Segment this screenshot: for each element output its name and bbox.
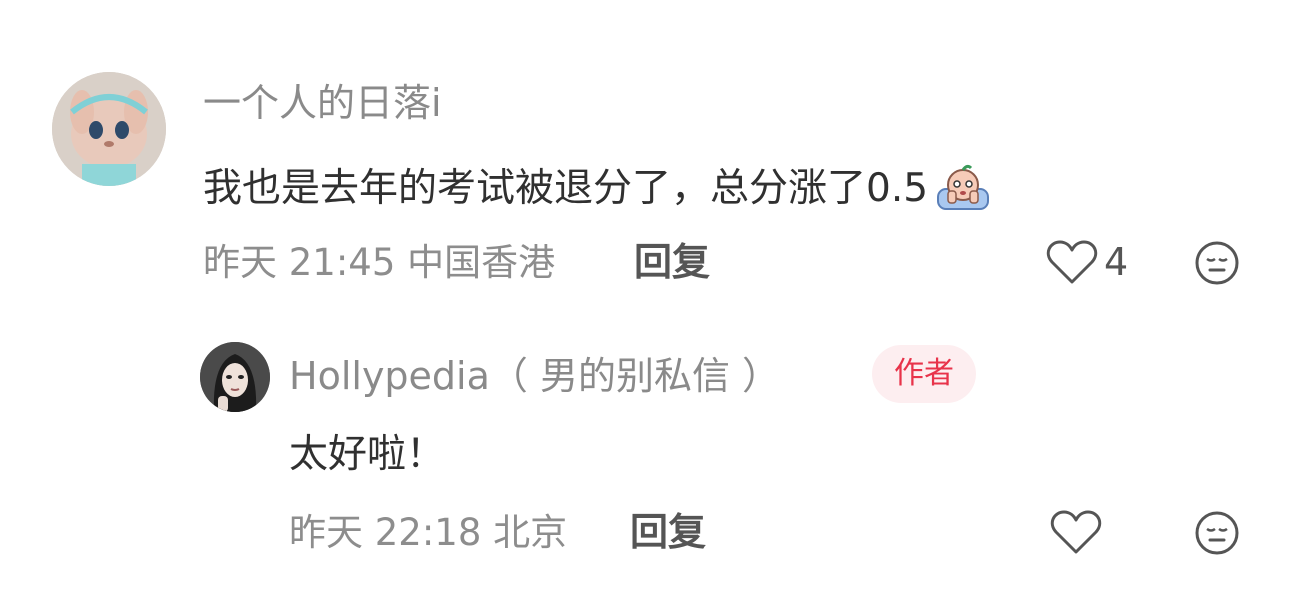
- author-badge: 作者: [872, 345, 976, 403]
- commenter-name[interactable]: 一个人的日落i: [203, 84, 442, 122]
- comment-text-body: 我也是去年的考试被退分了，总分涨了0.5: [203, 165, 929, 211]
- dislike-button[interactable]: [1194, 240, 1240, 286]
- reply-dislike-button[interactable]: [1194, 510, 1240, 556]
- comment-meta: 昨天 21:45 中国香港: [203, 241, 556, 284]
- reply-meta: 昨天 22:18 北京: [289, 511, 568, 554]
- bunny-mascot-avatar-image: [52, 72, 166, 186]
- like-button[interactable]: 4: [1046, 238, 1128, 286]
- heart-icon: [1046, 238, 1098, 286]
- comment-text: 我也是去年的考试被退分了，总分涨了0.5: [203, 163, 992, 213]
- reply-author-name[interactable]: Hollypedia（ 男的别私信 ）: [289, 357, 780, 395]
- neutral-face-icon: [1195, 241, 1239, 285]
- heart-icon: [1050, 510, 1102, 554]
- neutral-face-icon: [1195, 511, 1239, 555]
- reply-like-button[interactable]: [1050, 508, 1102, 556]
- crying-baby-sticker-icon: [934, 163, 992, 213]
- portrait-avatar-image: [200, 342, 270, 412]
- commenter-avatar[interactable]: [52, 72, 166, 186]
- like-count: 4: [1104, 240, 1129, 284]
- reply-reply-button[interactable]: 回复: [630, 513, 706, 551]
- reply-button[interactable]: 回复: [634, 243, 710, 281]
- reply-author-avatar[interactable]: [200, 342, 270, 412]
- reply-text: 太好啦！: [289, 432, 446, 477]
